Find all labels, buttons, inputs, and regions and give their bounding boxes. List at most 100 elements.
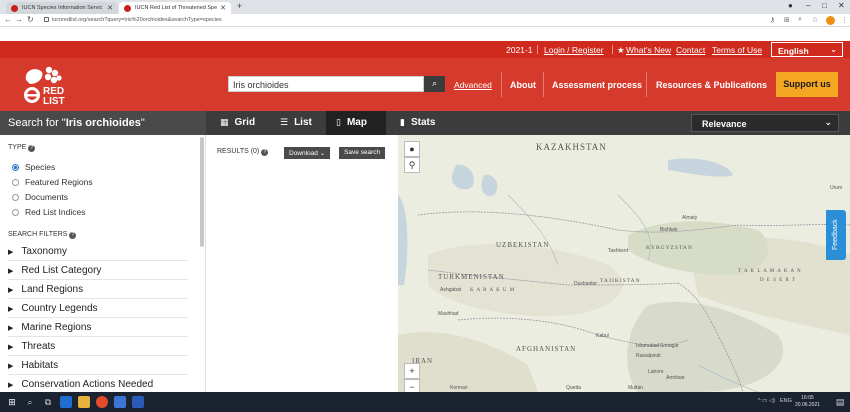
contact-link[interactable]: Contact: [676, 45, 705, 55]
map-city: Kerman: [450, 385, 468, 391]
header-search-input[interactable]: Iris orchioides: [228, 76, 424, 92]
search-button[interactable]: ⌕: [424, 76, 445, 92]
caret-right-icon: ▶: [8, 306, 14, 313]
nav-about[interactable]: About: [510, 80, 536, 90]
menu-dots-icon[interactable]: ⋮: [841, 16, 848, 24]
filter-red-list-category[interactable]: ▶ Red List Category: [8, 262, 188, 280]
radio[interactable]: [12, 209, 19, 216]
filter-label: Land Regions: [21, 284, 84, 295]
radio-checked[interactable]: [12, 164, 19, 171]
download-button[interactable]: Download ⌄: [284, 147, 331, 159]
profile-avatar[interactable]: [826, 16, 835, 25]
filter-threats[interactable]: ▶ Threats: [8, 338, 188, 356]
map-city: Ashgabat: [440, 287, 462, 293]
search-summary-query: Iris orchioides: [65, 117, 141, 129]
zoom-in-button[interactable]: +: [404, 363, 420, 379]
edge-icon[interactable]: [60, 396, 72, 408]
system-clock[interactable]: 16:05 20.06.2021: [795, 395, 820, 409]
map-label-karakum: K A R A K U M: [470, 288, 516, 293]
filter-conservation-actions[interactable]: ▶ Conservation Actions Needed: [8, 376, 188, 392]
zoom-out-button[interactable]: −: [404, 379, 420, 392]
version-link[interactable]: 2021-1: [506, 45, 532, 55]
caret-right-icon: ▶: [8, 268, 14, 275]
view-map-button[interactable]: ▯ Map: [326, 111, 386, 135]
map-canvas[interactable]: [398, 135, 850, 392]
url-field[interactable]: iucnredlist.org/search?query=Iris%20orch…: [44, 17, 222, 23]
minimize-button[interactable]: –: [806, 1, 810, 10]
login-link[interactable]: Login / Register: [544, 45, 604, 55]
filter-label: Threats: [21, 341, 56, 352]
view-grid-button[interactable]: ▦ Grid: [210, 111, 265, 135]
sort-select[interactable]: Relevance ⌄: [691, 114, 839, 132]
whats-new-link[interactable]: What's New: [626, 45, 671, 55]
search-icon[interactable]: ⌕: [24, 396, 36, 408]
help-icon[interactable]: ?: [261, 149, 269, 156]
language-select[interactable]: English ⌄: [771, 42, 843, 57]
iucn-favicon-icon: [11, 5, 18, 12]
advanced-search-link[interactable]: Advanced: [454, 80, 492, 90]
back-icon[interactable]: ←: [4, 15, 12, 24]
map-marker-tool[interactable]: ⚲: [404, 157, 420, 173]
account-icon[interactable]: ●: [788, 1, 793, 10]
maximize-button[interactable]: □: [822, 1, 827, 10]
view-list-button[interactable]: ☰ List: [270, 111, 322, 135]
key-icon[interactable]: ⚷: [770, 16, 775, 24]
word-icon[interactable]: [132, 396, 144, 408]
sidebar-scrollbar[interactable]: [200, 137, 204, 247]
nav-resources-publications[interactable]: Resources & Publications: [656, 80, 767, 90]
filter-country-legends[interactable]: ▶ Country Legends: [8, 300, 188, 318]
stats-icon: ▮: [400, 117, 405, 127]
type-option-featured-regions[interactable]: Featured Regions: [12, 177, 93, 187]
lock-icon: [44, 17, 49, 22]
map-view[interactable]: ● ⚲ + − KAZAKHSTAN UZBEKISTAN TURKMENIST…: [398, 135, 850, 392]
help-icon[interactable]: ?: [28, 145, 36, 152]
notifications-icon[interactable]: ▤: [834, 396, 846, 408]
language-indicator[interactable]: ENG: [780, 398, 792, 404]
tray-icons[interactable]: ^ ▭ ◁): [758, 398, 775, 404]
map-city: Tashkent: [608, 248, 629, 254]
divider: [543, 72, 544, 97]
zoom-icon[interactable]: ⌕: [798, 16, 802, 24]
map-label-afghanistan: AFGHANISTAN: [516, 345, 577, 353]
view-stats-button[interactable]: ▮ Stats: [390, 111, 445, 135]
caret-right-icon: ▶: [8, 363, 14, 370]
close-tab-icon[interactable]: ✕: [107, 4, 113, 12]
filter-marine-regions[interactable]: ▶ Marine Regions: [8, 319, 188, 337]
file-explorer-icon[interactable]: [78, 396, 90, 408]
red-list-logo[interactable]: RED LIST: [22, 64, 78, 108]
nav-assessment-process[interactable]: Assessment process: [552, 80, 642, 90]
radio[interactable]: [12, 194, 19, 201]
store-icon[interactable]: [114, 396, 126, 408]
type-option-species[interactable]: Species: [12, 162, 55, 172]
filter-land-regions[interactable]: ▶ Land Regions: [8, 281, 188, 299]
feedback-tab[interactable]: Feedback: [826, 210, 846, 260]
address-bar: ← → ↻ iucnredlist.org/search?query=Iris%…: [0, 14, 850, 27]
save-search-button[interactable]: Save search: [339, 147, 386, 159]
map-point-tool[interactable]: ●: [404, 141, 420, 157]
close-tab-icon[interactable]: ✕: [220, 4, 226, 12]
terms-link[interactable]: Terms of Use: [712, 45, 762, 55]
chrome-icon[interactable]: [96, 396, 108, 408]
filter-taxonomy[interactable]: ▶ Taxonomy: [8, 243, 188, 261]
results-count: RESULTS (0)?: [217, 148, 269, 156]
type-option-red-list-indices[interactable]: Red List Indices: [12, 207, 85, 217]
forward-icon[interactable]: →: [15, 15, 23, 24]
browser-tab-active[interactable]: IUCN Red List of Threatened Spe ✕: [119, 2, 231, 14]
type-option-documents[interactable]: Documents: [12, 192, 68, 202]
windows-start-icon[interactable]: ⊞: [6, 396, 18, 408]
reload-icon[interactable]: ↻: [27, 15, 34, 24]
view-label: Grid: [234, 117, 256, 128]
support-us-button[interactable]: Support us: [776, 72, 838, 97]
list-icon: ☰: [280, 117, 289, 127]
bookmark-star-icon[interactable]: ☆: [812, 16, 818, 24]
translate-icon[interactable]: ⊞: [784, 16, 790, 24]
new-tab-button[interactable]: +: [237, 1, 242, 11]
close-window-button[interactable]: ✕: [838, 1, 845, 10]
task-view-icon[interactable]: ⧉: [42, 396, 54, 408]
radio[interactable]: [12, 179, 19, 186]
browser-tab[interactable]: IUCN Species Information Servic ✕: [6, 2, 118, 14]
view-label: List: [294, 117, 312, 128]
help-icon[interactable]: ?: [69, 232, 77, 239]
redlist-favicon-icon: [124, 5, 131, 12]
filter-habitats[interactable]: ▶ Habitats: [8, 357, 188, 375]
